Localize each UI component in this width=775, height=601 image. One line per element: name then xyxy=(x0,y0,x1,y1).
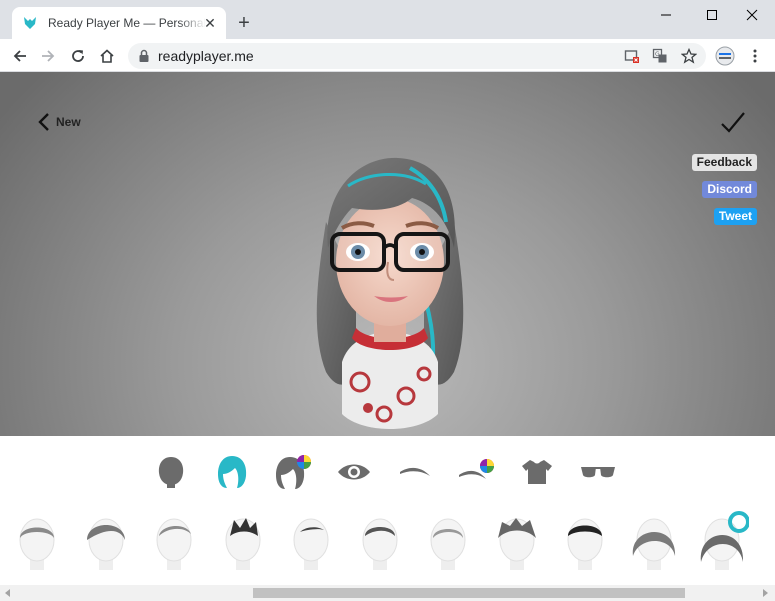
feedback-button[interactable]: Feedback xyxy=(691,154,757,171)
tab-head-shape[interactable] xyxy=(151,452,191,492)
lock-icon[interactable] xyxy=(138,49,150,63)
close-window-button[interactable] xyxy=(729,0,775,30)
home-icon xyxy=(100,49,114,63)
hair-color-icon xyxy=(276,455,311,489)
glasses-icon xyxy=(581,467,615,478)
hair-option-8[interactable] xyxy=(490,510,544,574)
hair-option-11[interactable] xyxy=(695,510,750,574)
minimize-button[interactable] xyxy=(643,0,689,30)
hair-option-10[interactable] xyxy=(627,510,681,574)
hair-options-list xyxy=(0,504,775,584)
hair-thumbnail-icon xyxy=(497,518,536,570)
selected-indicator-icon xyxy=(728,511,750,533)
hair-option-2[interactable] xyxy=(79,510,133,574)
tab-title: Ready Player Me — Personal 3D avatar xyxy=(48,16,206,30)
horizontal-scrollbar[interactable] xyxy=(0,585,775,601)
hair-thumbnail-icon xyxy=(19,518,55,570)
new-tab-button[interactable]: + xyxy=(234,13,254,33)
close-window-icon xyxy=(746,9,758,21)
browser-menu-button[interactable] xyxy=(743,44,767,68)
url-text[interactable]: readyplayer.me xyxy=(158,48,254,64)
profile-button[interactable] xyxy=(713,44,737,68)
eyebrow-icon xyxy=(400,467,430,476)
hair-thumbnail-icon xyxy=(86,518,125,570)
shirt-icon xyxy=(522,460,552,484)
tab-glasses[interactable] xyxy=(578,452,618,492)
tab-eyebrow-color[interactable] xyxy=(456,452,496,492)
kebab-menu-icon xyxy=(753,49,757,63)
back-to-new-button[interactable]: New xyxy=(38,112,81,132)
svg-text:G: G xyxy=(655,51,660,58)
browser-toolbar: readyplayer.me G xyxy=(0,39,775,72)
browser-tab[interactable]: Ready Player Me — Personal 3D avatar ✕ xyxy=(12,7,226,39)
tab-outfit[interactable] xyxy=(517,452,557,492)
hair-thumbnail-icon xyxy=(632,518,675,570)
hair-icon xyxy=(218,456,247,488)
back-arrow-icon xyxy=(13,50,26,62)
scroll-left-icon[interactable] xyxy=(5,589,10,597)
hair-thumbnail-icon xyxy=(430,518,466,570)
eye-icon xyxy=(338,464,370,480)
star-icon[interactable] xyxy=(681,48,697,64)
category-tab-bar xyxy=(0,436,775,504)
eyebrow-color-icon xyxy=(459,459,494,479)
tab-eyebrows[interactable] xyxy=(395,452,435,492)
close-tab-icon[interactable]: ✕ xyxy=(202,15,218,31)
hair-thumbnail-icon xyxy=(293,518,329,570)
avatar-3d-model[interactable] xyxy=(308,152,472,436)
blocked-popup-icon[interactable] xyxy=(624,48,640,64)
tab-hair-color[interactable] xyxy=(273,452,313,492)
back-label: New xyxy=(56,115,81,129)
minimize-icon xyxy=(661,14,671,16)
translate-icon[interactable]: G xyxy=(652,48,668,64)
hair-option-5[interactable] xyxy=(284,510,338,574)
hair-option-4[interactable] xyxy=(216,510,270,574)
home-button[interactable] xyxy=(95,44,119,68)
hair-option-3[interactable] xyxy=(147,510,201,574)
back-button[interactable] xyxy=(8,44,32,68)
hair-thumbnail-icon xyxy=(225,518,260,570)
hair-option-7[interactable] xyxy=(421,510,475,574)
reload-button[interactable] xyxy=(66,44,90,68)
scroll-right-icon[interactable] xyxy=(763,589,768,597)
profile-icon xyxy=(715,46,735,66)
checkmark-icon[interactable] xyxy=(720,110,746,136)
address-bar[interactable]: readyplayer.me G xyxy=(128,43,706,69)
tab-strip: Ready Player Me — Personal 3D avatar ✕ + xyxy=(0,0,775,39)
hair-thumbnail-icon xyxy=(700,511,750,570)
hair-thumbnail-icon xyxy=(567,518,603,570)
hair-option-6[interactable] xyxy=(353,510,407,574)
tweet-button[interactable]: Tweet xyxy=(713,208,757,225)
hair-option-9[interactable] xyxy=(558,510,612,574)
chevron-left-icon xyxy=(38,113,49,131)
forward-arrow-icon xyxy=(42,50,55,62)
forward-button[interactable] xyxy=(36,44,60,68)
tab-hair-style[interactable] xyxy=(212,452,252,492)
maximize-icon xyxy=(707,10,717,20)
avatar-viewport[interactable]: New Feedback Discord Tweet xyxy=(0,72,775,436)
head-icon xyxy=(158,457,184,488)
hair-thumbnail-icon xyxy=(362,518,397,570)
tab-eyes[interactable] xyxy=(334,452,374,492)
scrollbar-thumb[interactable] xyxy=(253,588,685,598)
reload-icon xyxy=(72,50,84,62)
wolf-favicon xyxy=(24,17,36,29)
hair-thumbnail-icon xyxy=(156,518,192,570)
discord-button[interactable]: Discord xyxy=(702,181,757,198)
hair-option-1[interactable] xyxy=(10,510,64,574)
